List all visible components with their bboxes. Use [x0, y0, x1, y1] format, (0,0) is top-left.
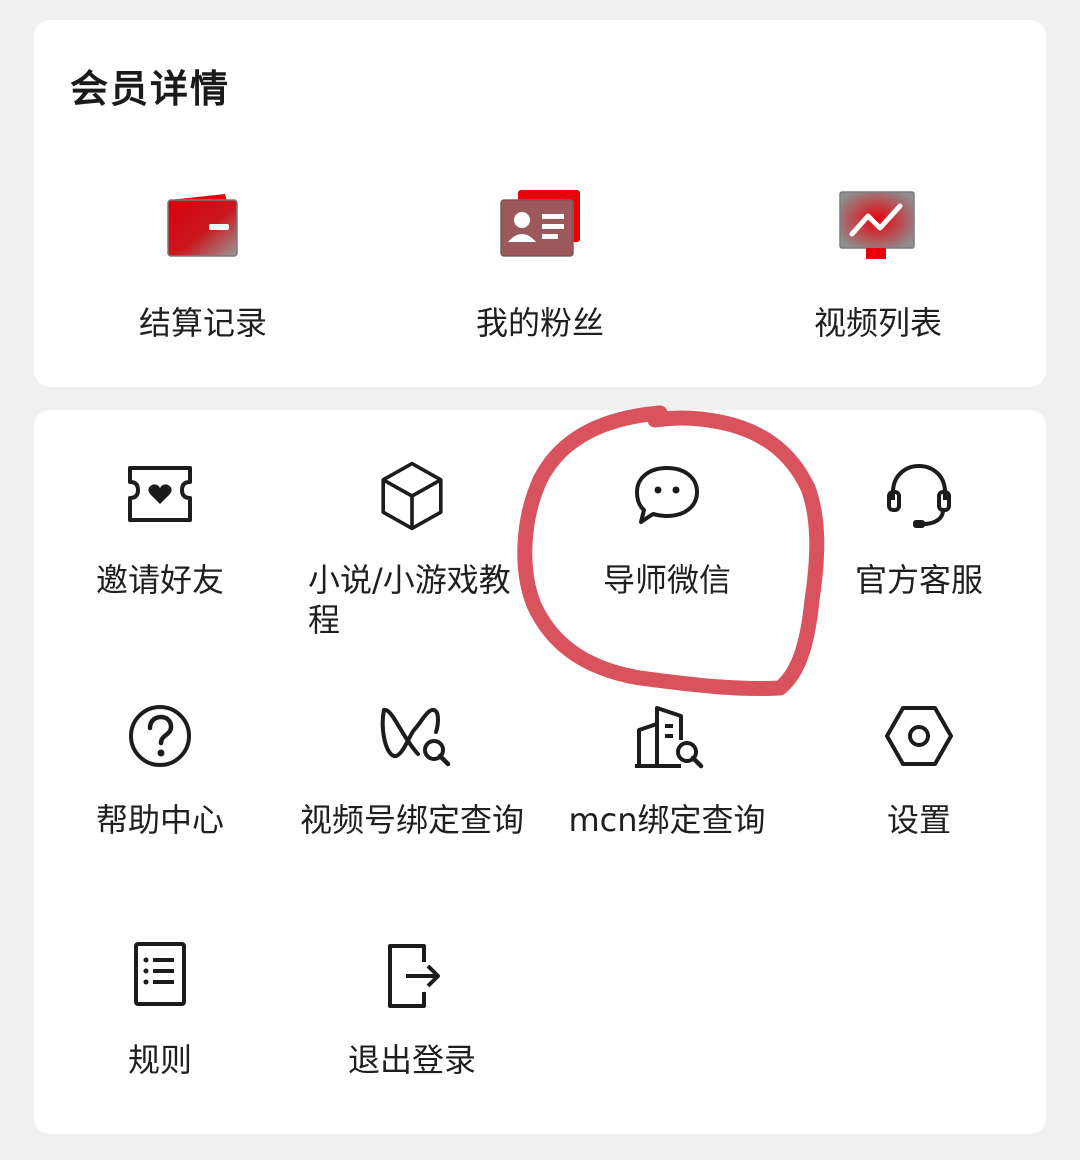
settings-label: 设置: [886, 801, 951, 839]
invite-friends-button[interactable]: 邀请好友: [40, 460, 280, 680]
channel-binding-query-label: 视频号绑定查询: [299, 801, 524, 839]
logout-icon: [388, 944, 440, 1008]
rules-button[interactable]: 规则: [40, 940, 280, 1160]
my-fans-button[interactable]: 我的粉丝: [390, 190, 690, 350]
mcn-binding-query-label: mcn绑定查询: [568, 801, 766, 839]
id-card-icon: [500, 190, 580, 257]
chart-board-icon: [839, 191, 915, 259]
invite-friends-label: 邀请好友: [95, 561, 224, 599]
rules-list-icon: [134, 942, 186, 1006]
rules-label: 规则: [127, 1041, 192, 1079]
mentor-wechat-label: 导师微信: [602, 561, 731, 599]
mcn-binding-query-button[interactable]: mcn绑定查询: [547, 700, 787, 920]
video-list-button[interactable]: 视频列表: [728, 190, 1028, 350]
video-list-label: 视频列表: [813, 304, 942, 342]
mentor-wechat-button[interactable]: 导师微信: [547, 460, 787, 680]
novel-game-tutorial-label: 小说/小游戏教程: [308, 561, 511, 639]
headset-icon: [887, 463, 951, 528]
chat-bubble-icon: [635, 466, 699, 524]
member-details-title: 会员详情: [70, 67, 231, 111]
cube-icon: [381, 461, 443, 531]
settings-button[interactable]: 设置: [799, 700, 1039, 920]
settlement-records-label: 结算记录: [138, 304, 267, 342]
member-details-card: 会员详情 结算记录 我的粉丝 视频列表: [34, 20, 1046, 387]
settlement-records-button[interactable]: 结算记录: [53, 190, 353, 350]
official-customer-service-label: 官方客服: [854, 561, 983, 599]
logout-button[interactable]: 退出登录: [292, 940, 532, 1160]
novel-game-tutorial-button[interactable]: 小说/小游戏教程: [292, 460, 532, 680]
ticket-heart-icon: [128, 466, 192, 522]
my-fans-label: 我的粉丝: [475, 304, 604, 342]
settings-hex-icon: [885, 706, 953, 766]
wallet-icon: [167, 194, 238, 257]
logout-label: 退出登录: [347, 1041, 476, 1079]
help-center-label: 帮助中心: [95, 801, 224, 839]
official-customer-service-button[interactable]: 官方客服: [799, 460, 1039, 680]
help-circle-icon: [129, 705, 191, 767]
help-center-button[interactable]: 帮助中心: [40, 700, 280, 920]
building-search-icon: [635, 706, 704, 769]
tools-card: 邀请好友 小说/小游戏教程 导师微信 官方客服 帮助中心 视频号绑定查询 mcn…: [34, 410, 1046, 1134]
channel-search-icon: [380, 707, 451, 767]
channel-binding-query-button[interactable]: 视频号绑定查询: [292, 700, 532, 920]
